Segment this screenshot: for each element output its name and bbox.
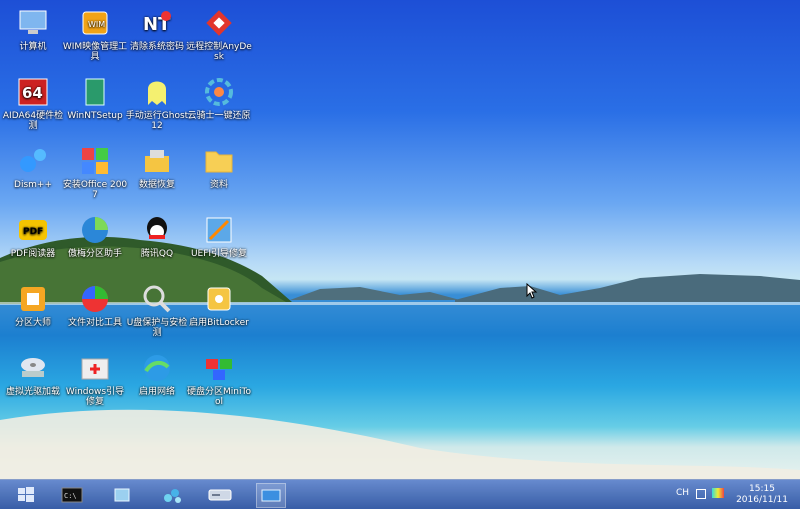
windows-start-icon[interactable] (12, 483, 40, 506)
winntsetup-icon (85, 78, 105, 106)
desktop-icon[interactable]: 启用BitLocker (186, 278, 252, 340)
desktop-icon-label: 远程控制AnyDesk (186, 42, 252, 62)
desktop-icon-label: Windows引导修复 (65, 387, 125, 407)
desktop-icon[interactable]: Dism++ (0, 140, 66, 202)
dism-icon (20, 149, 46, 172)
clock-time: 15:15 (749, 484, 775, 494)
minitool-icon (206, 359, 232, 380)
desktop-icon[interactable]: 资料 (186, 140, 252, 202)
partition-assistant-icon (82, 217, 108, 243)
desktop-icon[interactable]: 手动运行Ghost12 (124, 71, 190, 133)
desktop-icon[interactable]: Windows引导修复 (62, 347, 128, 409)
bitlocker-icon (207, 287, 231, 311)
tray-expand-icon[interactable] (696, 489, 706, 499)
ghost-icon (148, 81, 166, 105)
password-reset-icon: NT (143, 11, 171, 35)
data-recovery-icon (145, 150, 169, 172)
desktop-icon[interactable]: 数据恢复 (124, 140, 190, 202)
desktop-icon-label: 腾讯QQ (140, 249, 174, 259)
desktop-icon[interactable]: UEFI引导修复 (186, 209, 252, 271)
desktop-icon-label: WIM映像管理工具 (62, 42, 128, 62)
desktop-icon[interactable]: 分区大师 (0, 278, 66, 340)
explorer-icon[interactable] (108, 483, 136, 506)
desktop-icon-label: 清除系统密码 (129, 42, 184, 52)
desktop-icon-label: WinNTSetup (67, 111, 123, 121)
desktop-icon-label: 计算机 (19, 42, 47, 52)
desktop-icon-label: 傲梅分区助手 (67, 249, 122, 259)
desktop-icon-label: 数据恢复 (138, 180, 175, 190)
virtual-drive-icon (21, 358, 45, 377)
desktop-icon[interactable]: NT 清除系统密码 (124, 2, 190, 64)
desktop-icon-label: 启用BitLocker (189, 318, 249, 328)
desktop-icon-label: Dism++ (14, 180, 52, 190)
desktop-icon[interactable]: 计算机 (0, 2, 66, 64)
drive-icon[interactable] (206, 483, 234, 506)
input-language-indicator[interactable]: CH (676, 488, 689, 498)
file-compare-icon (82, 286, 108, 312)
desktop-icon-label: 手动运行Ghost12 (125, 111, 189, 131)
desktop-icon[interactable]: 云骑士一键还原 (186, 71, 252, 133)
taskbar: C:\ CH 15:15 2016/11/11 (0, 479, 800, 509)
restore-icon (205, 78, 233, 106)
desktop-icon[interactable]: PDF PDF阅读器 (0, 209, 66, 271)
desktop-icon-label: 云骑士一键还原 (187, 111, 251, 121)
desktop-icon[interactable]: 傲梅分区助手 (62, 209, 128, 271)
anydesk-icon (206, 10, 232, 36)
desktop-icon-label: AIDA64硬件检测 (2, 111, 64, 131)
desktop-icon[interactable]: U盘保护与安检测 (124, 278, 190, 340)
desktop-icon-label: 安装Office 2007 (62, 180, 128, 200)
desktop-icon[interactable]: 远程控制AnyDesk (186, 2, 252, 64)
mouse-cursor-icon (526, 283, 538, 299)
desktop-icon-label: 硬盘分区MiniTool (187, 387, 251, 407)
svg-text:C:\: C:\ (64, 492, 77, 500)
svg-text:PDF: PDF (23, 227, 43, 237)
usb-check-icon (143, 285, 171, 313)
display-tray-icon[interactable] (712, 488, 724, 498)
aida64-icon: 64 (18, 78, 48, 106)
svg-text:64: 64 (22, 84, 43, 102)
desktop-icon-label: UEFI引导修复 (190, 249, 248, 259)
partition-master-icon (21, 287, 45, 311)
desktop-icon[interactable]: 虚拟光驱加载 (0, 347, 66, 409)
tools-icon[interactable] (158, 483, 186, 506)
desktop-icon[interactable]: 安装Office 2007 (62, 140, 128, 202)
wim-tool-icon: WIM (82, 11, 108, 35)
desktop-icon[interactable]: 文件对比工具 (62, 278, 128, 340)
computer-icon (19, 10, 47, 34)
desktop-icon[interactable]: 腾讯QQ (124, 209, 190, 271)
desktop-icon[interactable]: 64 AIDA64硬件检测 (0, 71, 66, 133)
folder-icon (205, 151, 233, 173)
desktop-icon[interactable]: WIM WIM映像管理工具 (62, 2, 128, 64)
network-icon (144, 355, 170, 381)
svg-text:WIM: WIM (88, 20, 105, 29)
desktop-icon-label: U盘保护与安检测 (126, 318, 188, 338)
desktop-icon[interactable]: WinNTSetup (62, 71, 128, 133)
desktop-icon-label: PDF阅读器 (10, 249, 56, 259)
desktop-icon-label: 启用网络 (138, 387, 175, 397)
qq-icon (147, 217, 167, 239)
system-clock[interactable]: 15:15 2016/11/11 (730, 484, 794, 506)
screen-window-icon[interactable] (256, 483, 286, 508)
desktop-icon-label: 文件对比工具 (67, 318, 122, 328)
pdf-icon: PDF (19, 220, 47, 240)
uefi-repair-icon (206, 217, 232, 243)
desktop-icon[interactable]: 启用网络 (124, 347, 190, 409)
cmd-icon[interactable]: C:\ (58, 483, 86, 506)
desktop-icon[interactable]: 硬盘分区MiniTool (186, 347, 252, 409)
office-icon (82, 148, 108, 174)
desktop-icon-label: 分区大师 (14, 318, 51, 328)
desktop-icon-label: 虚拟光驱加载 (5, 387, 60, 397)
desktop-icon-label: 资料 (209, 180, 228, 190)
boot-repair-icon (81, 358, 109, 380)
clock-date: 2016/11/11 (736, 495, 788, 505)
